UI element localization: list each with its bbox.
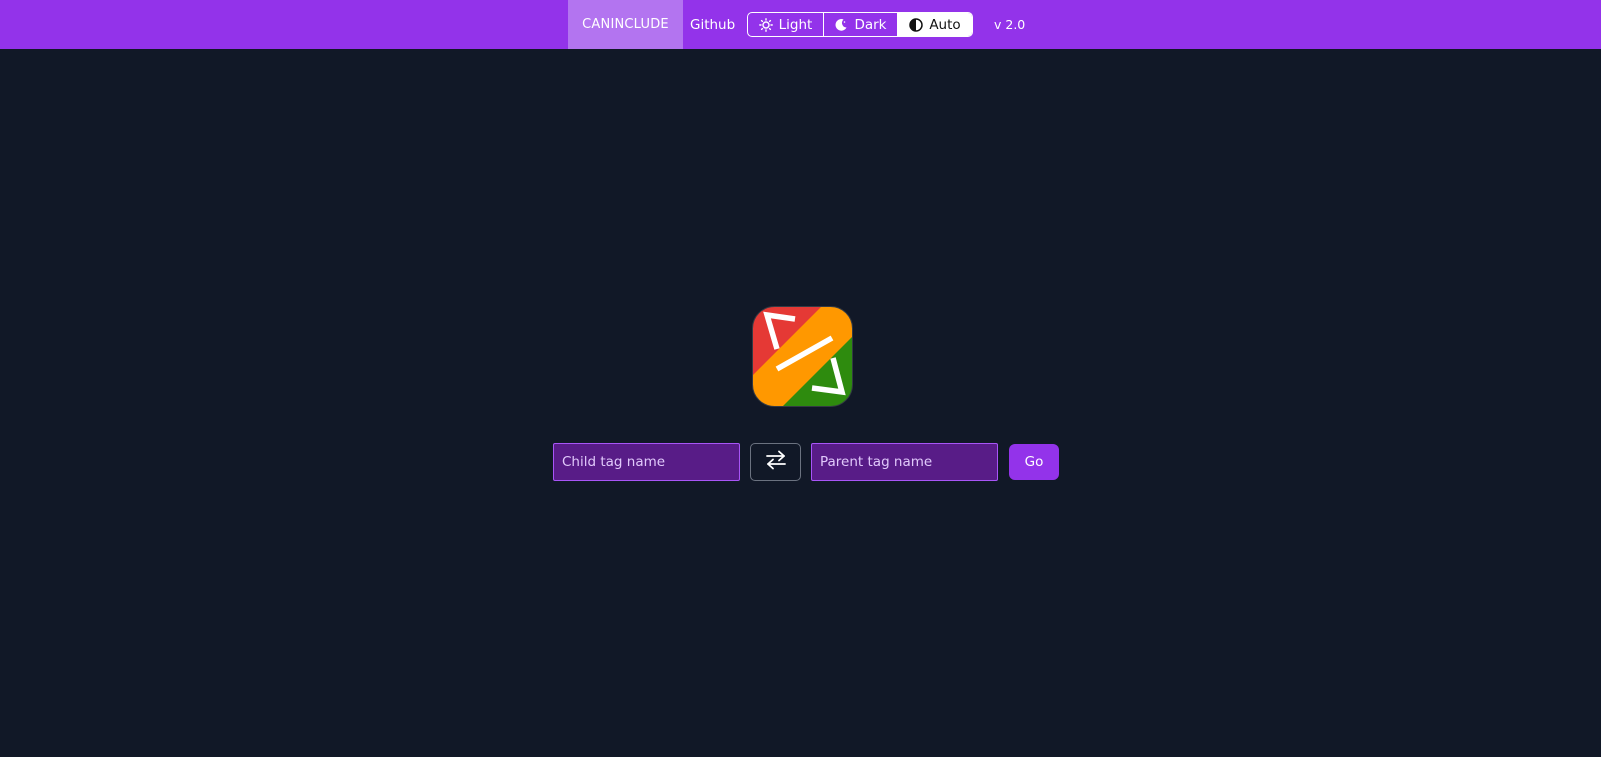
half-circle-icon [909, 17, 924, 32]
version-label: v 2.0 [994, 17, 1026, 32]
theme-light-label: Light [778, 16, 813, 33]
go-button[interactable]: Go [1009, 444, 1059, 480]
theme-auto-button[interactable]: Auto [897, 13, 972, 36]
app-logo [752, 306, 853, 407]
parent-tag-input[interactable] [811, 443, 998, 481]
theme-dark-label: Dark [854, 16, 887, 33]
swap-arrows-icon [765, 450, 787, 474]
moon-icon [834, 18, 848, 32]
github-link[interactable]: Github [690, 0, 735, 49]
theme-auto-label: Auto [929, 16, 961, 33]
theme-switcher: Light Dark Auto [747, 12, 973, 37]
swap-button[interactable] [750, 443, 801, 481]
brand-link[interactable]: CANINCLUDE [568, 0, 683, 49]
theme-light-button[interactable]: Light [748, 13, 823, 36]
child-tag-input[interactable] [553, 443, 740, 481]
theme-dark-button[interactable]: Dark [823, 13, 897, 36]
sun-icon [758, 17, 773, 32]
top-navbar: CANINCLUDE Github Light Dark Auto v 2.0 [0, 0, 1601, 49]
